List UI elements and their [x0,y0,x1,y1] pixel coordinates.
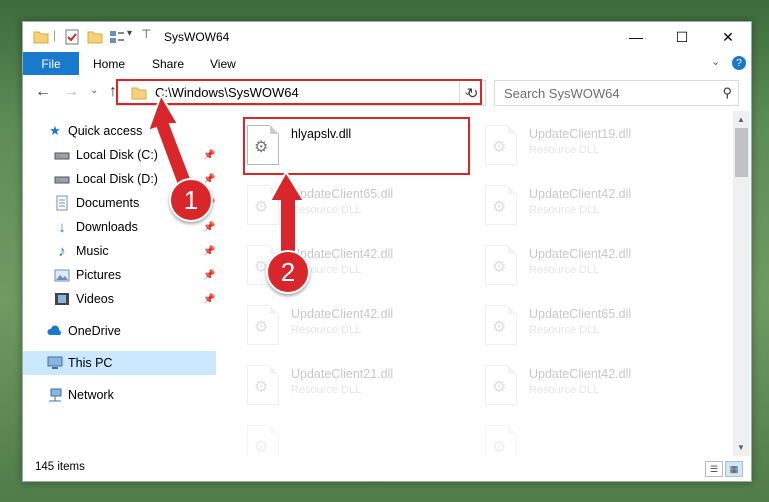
annotation-arrows [146,92,306,263]
step-1-badge: 1 [169,178,213,222]
step-1-number: 1 [183,184,199,215]
step-2-badge: 2 [266,250,310,294]
step-2-number: 2 [280,256,296,287]
arrow-to-file [268,170,306,263]
